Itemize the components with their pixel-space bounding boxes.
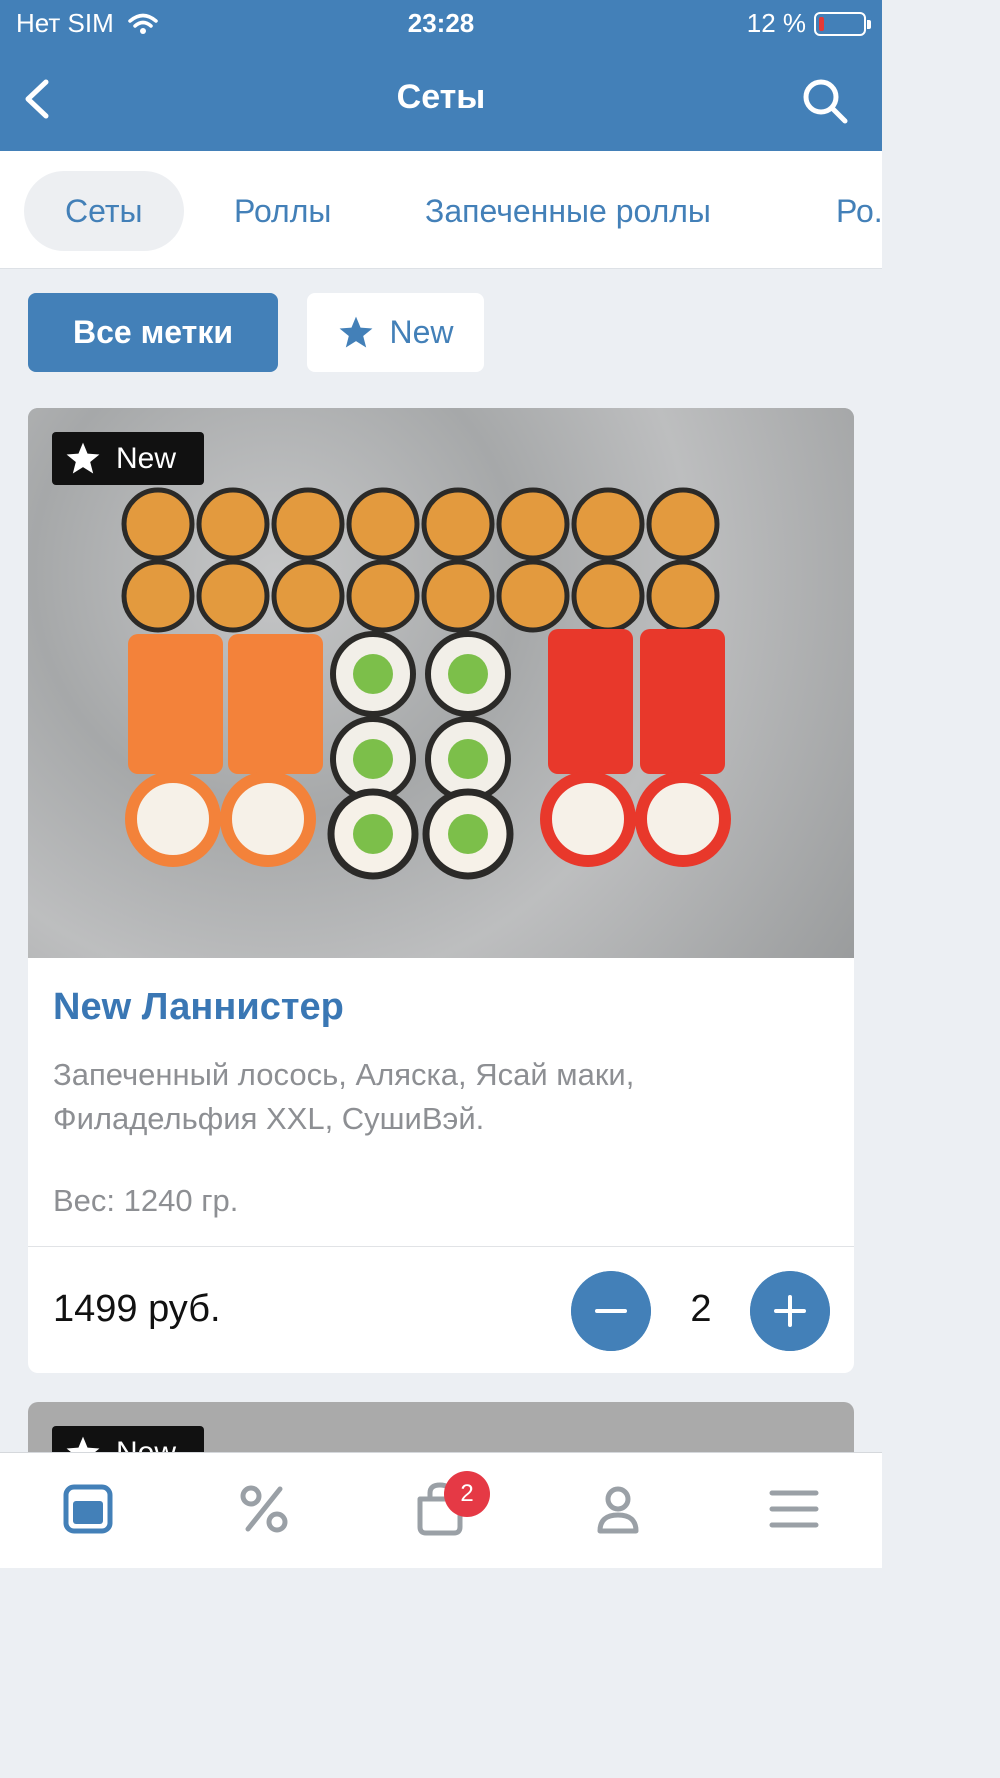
battery-status: 12 %	[746, 8, 871, 39]
tab-rolls[interactable]: Роллы	[234, 171, 331, 251]
product-description: Запеченный лосось, Аляска, Ясай маки, Фи…	[53, 1057, 635, 1136]
cart-count-badge: 2	[444, 1471, 490, 1517]
increase-quantity-button[interactable]	[750, 1271, 830, 1351]
tab-baked-rolls[interactable]: Запеченные роллы	[425, 171, 711, 251]
profile-icon[interactable]	[588, 1479, 648, 1539]
percent-icon[interactable]	[234, 1479, 294, 1539]
product-card[interactable]: New New Ланнистер Запеченный лосось, Аля…	[28, 408, 854, 1373]
search-icon[interactable]	[798, 74, 852, 128]
navigation-bar: Сеты	[0, 60, 882, 140]
menu-catalog-icon[interactable]	[58, 1479, 118, 1539]
new-badge: New	[52, 432, 204, 485]
category-tabs: Сеты Роллы Запеченные роллы Ро...	[0, 151, 882, 269]
sushi-set-illustration	[121, 487, 731, 880]
new-tag-label: New	[389, 314, 454, 350]
product-price: 1499 руб.	[53, 1288, 221, 1330]
hamburger-menu-icon[interactable]	[764, 1479, 824, 1539]
page-title: Сеты	[396, 78, 486, 116]
quantity-value: 2	[690, 1288, 712, 1330]
battery-percent: 12 %	[746, 8, 806, 38]
status-bar: Нет SIM 23:28 12 %	[0, 8, 882, 42]
all-tags-filter-button[interactable]: Все метки	[28, 293, 278, 372]
new-tag-filter-button[interactable]: New	[307, 293, 484, 372]
product-weight: Вес: 1240 гр.	[53, 1183, 239, 1218]
badge-label: New	[116, 441, 177, 475]
product-image[interactable]: New	[28, 408, 854, 958]
divider	[28, 1246, 854, 1247]
decrease-quantity-button[interactable]	[571, 1271, 651, 1351]
battery-icon	[814, 11, 871, 36]
top-bar: Нет SIM 23:28 12 % Сеты	[0, 0, 882, 151]
star-icon	[66, 442, 100, 474]
product-title[interactable]: New Ланнистер	[53, 986, 344, 1029]
tab-more[interactable]: Ро...	[836, 171, 882, 251]
bottom-tab-bar	[0, 1452, 882, 1568]
star-icon	[340, 316, 373, 348]
tab-sets[interactable]: Сеты	[24, 171, 184, 251]
